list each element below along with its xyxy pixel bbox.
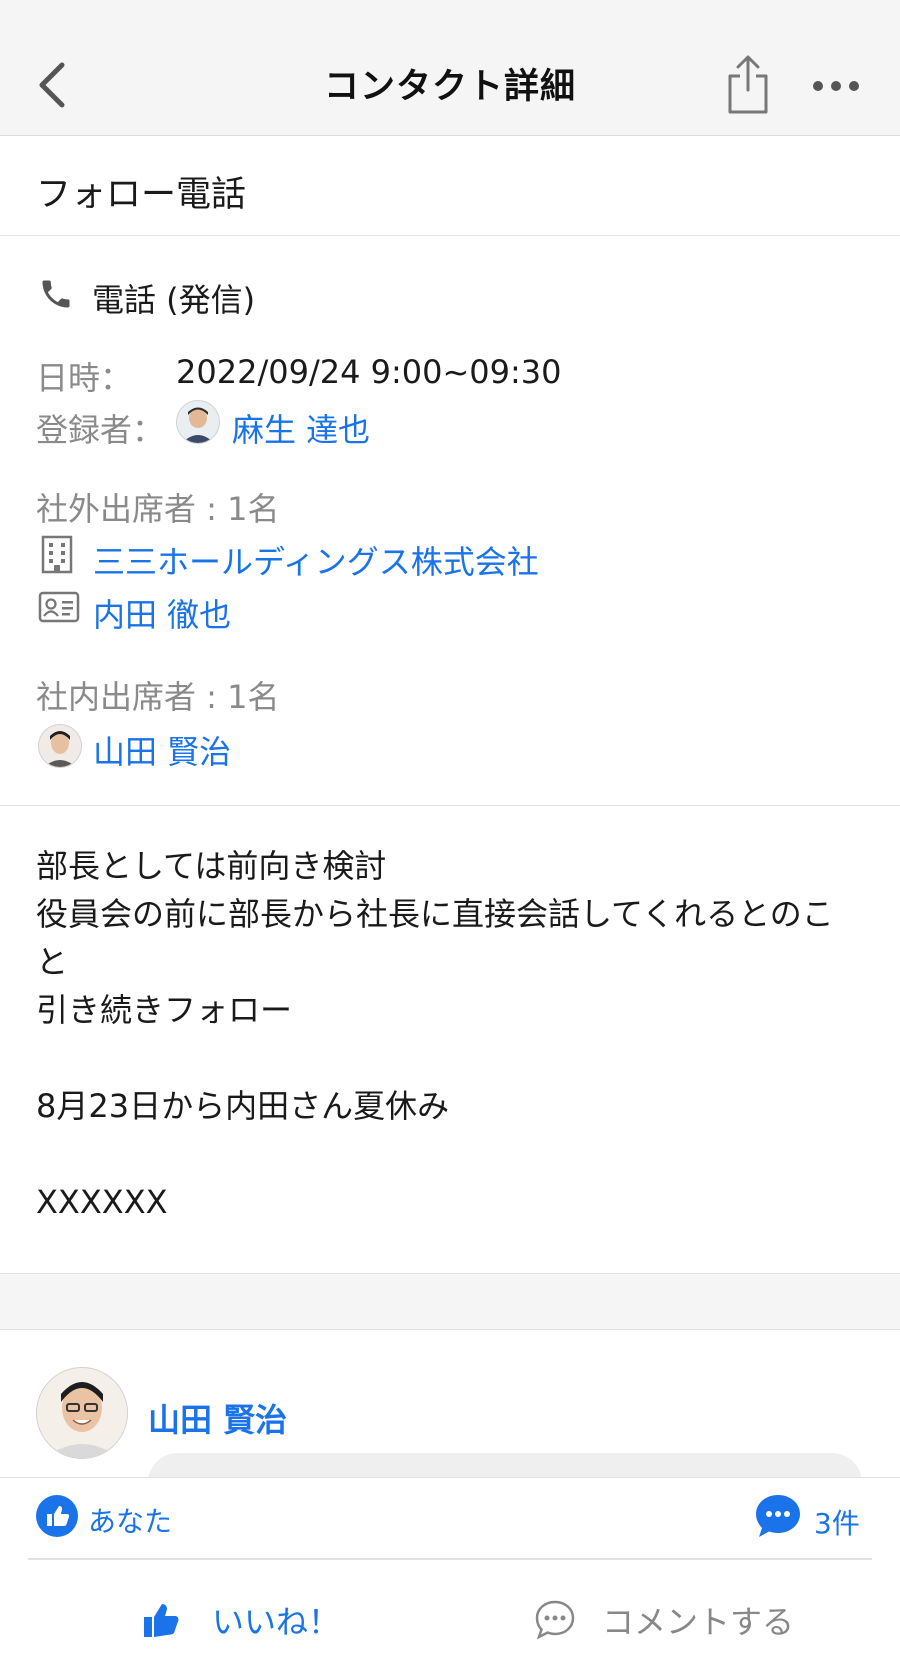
like-button-label: いいね！ (212, 1603, 341, 1641)
comment-count-icon (754, 1493, 802, 1543)
registrant-avatar (176, 400, 220, 444)
comment-button-label: コメントする (602, 1603, 795, 1641)
contact-card-icon (38, 590, 80, 628)
notes-line: 引き続きフォロー (36, 991, 293, 1029)
notes-line: XXXXXX (36, 1183, 168, 1221)
notes-blank (36, 1130, 834, 1178)
external-company-link[interactable]: 三三ホールディングス株式会社 (93, 537, 539, 583)
comment-author-avatar (36, 1367, 128, 1459)
datetime-value: 2022/09/24 9:00~09:30 (176, 353, 562, 391)
divider (28, 1558, 872, 1560)
building-icon (38, 534, 76, 578)
contact-subject: フォロー電話 (36, 175, 247, 215)
notes-blank (36, 1034, 834, 1082)
notes-line: と (36, 943, 69, 981)
share-icon (728, 55, 768, 114)
liked-by-text[interactable]: あなた (88, 1500, 172, 1540)
phone-icon (38, 276, 74, 316)
like-button[interactable]: いいね！ (140, 1590, 440, 1650)
liked-thumb-icon (36, 1495, 78, 1541)
comment-bubble-icon (535, 1600, 575, 1640)
contact-notes: 部長としては前向き検討 役員会の前に部長から社長に直接会話してくれるとのこ と … (36, 842, 834, 1226)
more-options-button[interactable] (806, 66, 866, 106)
divider (0, 805, 900, 806)
section-separator (0, 1273, 900, 1330)
comment-count-link[interactable]: 3件 (814, 1502, 860, 1542)
notes-line: 8月23日から内田さん夏休み (36, 1087, 450, 1125)
datetime-label: 日時： (36, 359, 133, 397)
external-attendees-heading: 社外出席者 : 1名 (36, 490, 280, 528)
divider (0, 235, 900, 236)
ellipsis-icon (813, 81, 859, 91)
activity-type: 電話 (発信) (92, 281, 256, 319)
internal-attendees-heading: 社内出席者 : 1名 (36, 678, 280, 716)
registrant-name-link[interactable]: 麻生 達也 (232, 405, 370, 451)
internal-person-avatar (38, 724, 82, 768)
share-button[interactable] (718, 52, 778, 118)
comment-author-link[interactable]: 山田 賢治 (148, 1395, 287, 1441)
external-person-link[interactable]: 内田 徹也 (93, 590, 231, 636)
comment-button[interactable]: コメントする (534, 1590, 834, 1650)
internal-person-link[interactable]: 山田 賢治 (93, 727, 231, 773)
notes-line: 役員会の前に部長から社長に直接会話してくれるとのこ (36, 895, 834, 933)
registrant-label: 登録者： (36, 411, 165, 449)
notes-line: 部長としては前向き検討 (36, 847, 387, 885)
thumbs-up-icon (144, 1604, 179, 1637)
